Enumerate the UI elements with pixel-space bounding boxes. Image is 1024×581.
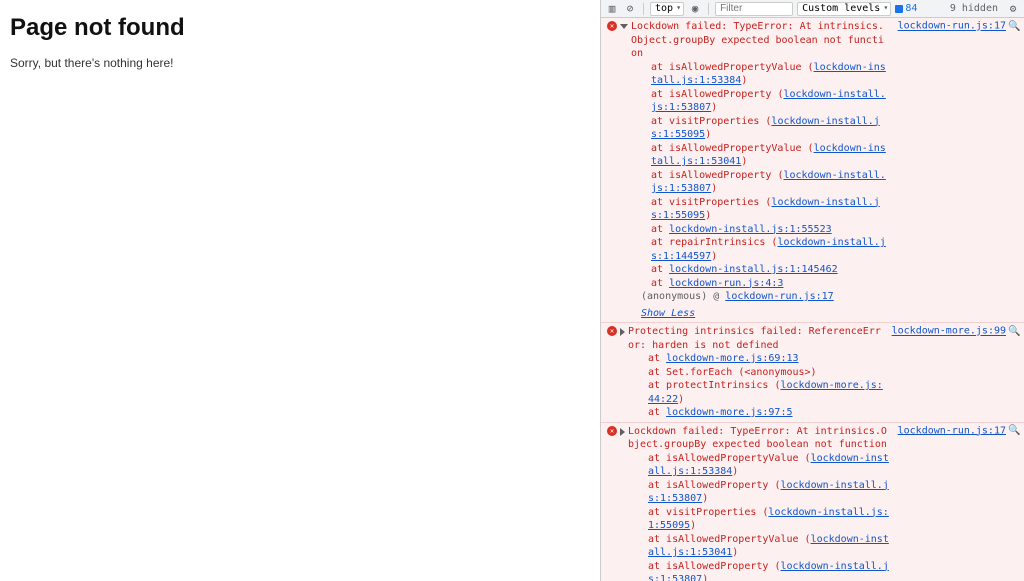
eye-icon[interactable]: ◉ [688, 2, 702, 16]
stack-frame: at isAllowedProperty (lockdown-install.j… [628, 479, 890, 506]
disclosure-triangle[interactable] [620, 328, 625, 336]
stack-frame: at lockdown-more.js:97:5 [628, 406, 884, 420]
source-link[interactable]: lockdown-run.js:17 [898, 21, 1006, 32]
disclosure-triangle[interactable] [620, 428, 625, 436]
source-link[interactable]: lockdown-install.js:1:53807 [648, 480, 889, 505]
source-link[interactable]: lockdown-install.js:1:145462 [669, 264, 838, 275]
source-link[interactable]: lockdown-install.js:1:53807 [648, 561, 889, 581]
reveal-icon[interactable]: 🔍 [1008, 325, 1020, 337]
error-icon: ✕ [607, 426, 617, 436]
entry-source: lockdown-more.js:99🔍 [884, 325, 1020, 420]
issue-count-label: 84 [905, 3, 917, 14]
separator [643, 3, 644, 15]
source-link[interactable]: lockdown-run.js:17 [725, 291, 833, 302]
stack-frame: at isAllowedPropertyValue (lockdown-inst… [631, 61, 890, 88]
disclosure-triangle[interactable] [620, 24, 628, 29]
levels-selector[interactable]: Custom levels [797, 2, 891, 16]
show-less-link[interactable]: Show Less [631, 307, 695, 321]
source-link[interactable]: lockdown-install.js:1:53807 [651, 89, 886, 114]
error-message: Lockdown failed: TypeError: At intrinsic… [628, 425, 890, 581]
stack-frame: at isAllowedPropertyValue (lockdown-inst… [628, 452, 890, 479]
console-log[interactable]: ✕ Lockdown failed: TypeError: At intrinsi… [601, 18, 1024, 581]
sidebar-toggle-icon[interactable]: ▥ [605, 2, 619, 16]
console-error-entry: ✕ Protecting intrinsics failed: Reference… [601, 322, 1024, 422]
devtools-panel: ▥ ⊘ top ◉ Custom levels 84 9 hidden ⚙ ✕ L… [600, 0, 1024, 581]
console-toolbar: ▥ ⊘ top ◉ Custom levels 84 9 hidden ⚙ [601, 0, 1024, 18]
error-icon: ✕ [607, 326, 617, 336]
issue-box-icon [895, 5, 903, 13]
source-link[interactable]: lockdown-install.js:1:53384 [651, 62, 886, 87]
source-link[interactable]: lockdown-more.js:44:22 [648, 380, 883, 405]
console-error-entry: ✕ Lockdown failed: TypeError: At intrinsi… [601, 18, 1024, 322]
source-link[interactable]: lockdown-run.js:4:3 [669, 278, 783, 289]
source-link[interactable]: lockdown-more.js:99 [892, 326, 1006, 337]
source-link[interactable]: lockdown-run.js:17 [898, 425, 1006, 436]
source-link[interactable]: lockdown-more.js:69:13 [666, 353, 798, 364]
anonymous-frame: (anonymous) @ lockdown-run.js:17 [631, 290, 890, 304]
page-content: Page not found Sorry, but there's nothin… [0, 0, 600, 581]
page-body: Sorry, but there's nothing here! [10, 56, 590, 70]
stack-frame: at lockdown-more.js:69:13 [628, 352, 884, 366]
stack-frame: at lockdown-install.js:1:55523 [631, 223, 890, 237]
context-label: top [655, 3, 673, 14]
context-selector[interactable]: top [650, 2, 684, 16]
source-link[interactable]: lockdown-install.js:1:53041 [648, 534, 889, 559]
source-link[interactable]: lockdown-more.js:97:5 [666, 407, 792, 418]
reveal-icon[interactable]: 🔍 [1008, 425, 1020, 437]
clear-console-icon[interactable]: ⊘ [623, 2, 637, 16]
stack-frame: at isAllowedPropertyValue (lockdown-inst… [631, 142, 890, 169]
gear-icon[interactable]: ⚙ [1006, 2, 1020, 16]
stack-frame: at isAllowedProperty (lockdown-install.j… [631, 169, 890, 196]
error-message: Protecting intrinsics failed: ReferenceE… [628, 325, 884, 420]
stack-frame: at Set.forEach (<anonymous>) [628, 366, 884, 380]
error-message: Lockdown failed: TypeError: At intrinsic… [631, 20, 890, 320]
source-link[interactable]: lockdown-install.js:1:53807 [651, 170, 886, 195]
stack-frame: at lockdown-run.js:4:3 [631, 277, 890, 291]
stack-frame: at lockdown-install.js:1:145462 [631, 263, 890, 277]
stack-frame: at isAllowedPropertyValue (lockdown-inst… [628, 533, 890, 560]
stack-frame: at isAllowedProperty (lockdown-install.j… [628, 560, 890, 581]
source-link[interactable]: lockdown-install.js:1:55095 [651, 197, 880, 222]
source-link[interactable]: lockdown-install.js:1:53384 [648, 453, 889, 478]
source-link[interactable]: lockdown-install.js:1:55523 [669, 224, 832, 235]
source-link[interactable]: lockdown-install.js:1:53041 [651, 143, 886, 168]
stack-frame: at visitProperties (lockdown-install.js:… [628, 506, 890, 533]
filter-input[interactable] [715, 2, 793, 16]
entry-source: lockdown-run.js:17🔍 [890, 425, 1020, 581]
stack-frame: at visitProperties (lockdown-install.js:… [631, 196, 890, 223]
source-link[interactable]: lockdown-install.js:1:55095 [651, 116, 880, 141]
separator [708, 3, 709, 15]
stack-frame: at protectIntrinsics (lockdown-more.js:4… [628, 379, 884, 406]
levels-label: Custom levels [802, 3, 880, 14]
stack-frame: at repairIntrinsics (lockdown-install.js… [631, 236, 890, 263]
entry-source: lockdown-run.js:17🔍 [890, 20, 1020, 320]
issues-count[interactable]: 84 [895, 3, 917, 14]
source-link[interactable]: lockdown-install.js:1:55095 [648, 507, 889, 532]
stack-frame: at visitProperties (lockdown-install.js:… [631, 115, 890, 142]
hidden-count[interactable]: 9 hidden [950, 3, 998, 14]
reveal-icon[interactable]: 🔍 [1008, 20, 1020, 32]
source-link[interactable]: lockdown-install.js:1:144597 [651, 237, 886, 262]
page-title: Page not found [10, 14, 590, 42]
stack-frame: at isAllowedProperty (lockdown-install.j… [631, 88, 890, 115]
console-error-entry: ✕ Lockdown failed: TypeError: At intrinsi… [601, 422, 1024, 581]
error-icon: ✕ [607, 21, 617, 31]
